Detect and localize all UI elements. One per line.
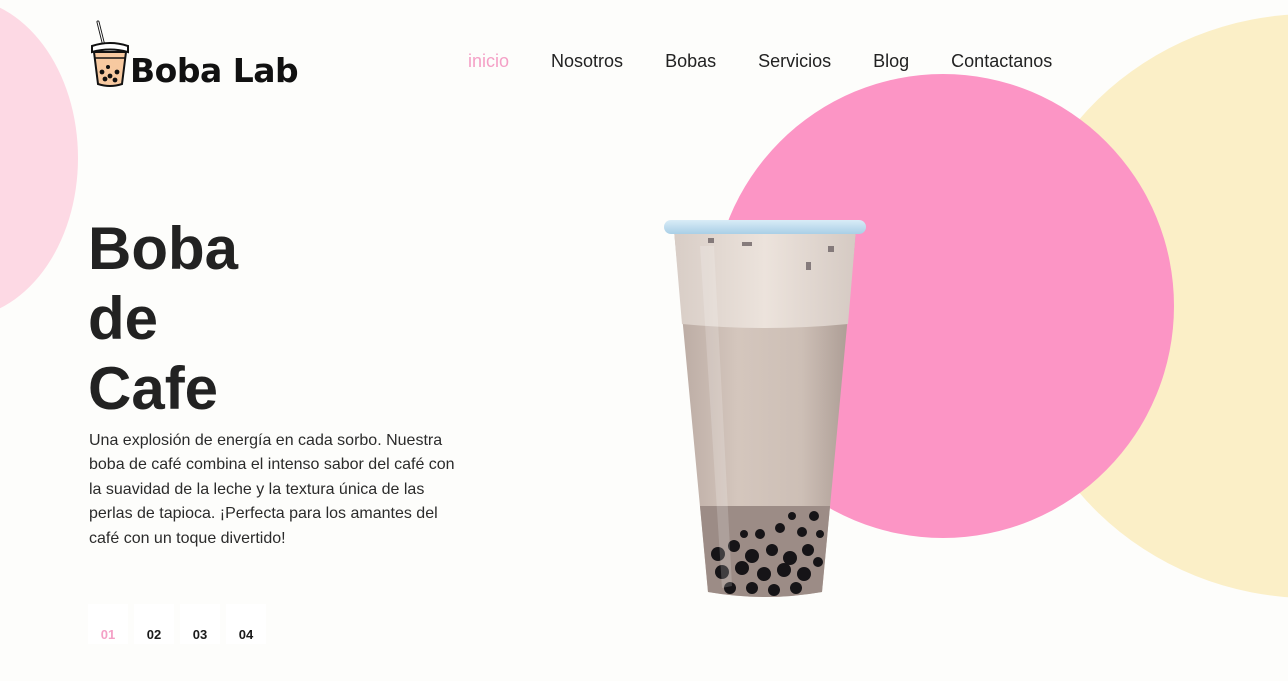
hero-title-line: Boba bbox=[88, 215, 238, 282]
nav-item-servicios[interactable]: Servicios bbox=[758, 50, 831, 72]
decorative-pink-circle-left bbox=[0, 0, 78, 318]
pager-item-03[interactable]: 03 bbox=[180, 604, 220, 644]
nav-item-bobas[interactable]: Bobas bbox=[665, 50, 716, 72]
page: Boba Lab inicio Nosotros Bobas Servicios… bbox=[0, 0, 1288, 681]
nav-item-contactanos[interactable]: Contactanos bbox=[951, 50, 1052, 72]
hero-description: Una explosión de energía en cada sorbo. … bbox=[89, 432, 455, 547]
hero-title: Boba de Cafe bbox=[88, 214, 238, 424]
nav-item-blog[interactable]: Blog bbox=[873, 50, 909, 72]
bubble-tea-cup-icon bbox=[91, 20, 129, 87]
slide-pager: 01 02 03 04 bbox=[88, 604, 272, 644]
brand-name: Boba Lab bbox=[130, 51, 299, 90]
brand-logo[interactable]: Boba Lab bbox=[88, 20, 299, 90]
pager-item-04[interactable]: 04 bbox=[226, 604, 266, 644]
coffee-boba-cup-image bbox=[664, 220, 866, 597]
pager-item-02[interactable]: 02 bbox=[134, 604, 174, 644]
nav-item-inicio[interactable]: inicio bbox=[468, 50, 509, 72]
nav-item-nosotros[interactable]: Nosotros bbox=[551, 50, 623, 72]
hero-title-line: Cafe bbox=[88, 355, 219, 422]
main-nav: inicio Nosotros Bobas Servicios Blog Con… bbox=[468, 50, 1094, 72]
pager-item-01[interactable]: 01 bbox=[88, 604, 128, 644]
hero-title-line: de bbox=[88, 285, 159, 352]
